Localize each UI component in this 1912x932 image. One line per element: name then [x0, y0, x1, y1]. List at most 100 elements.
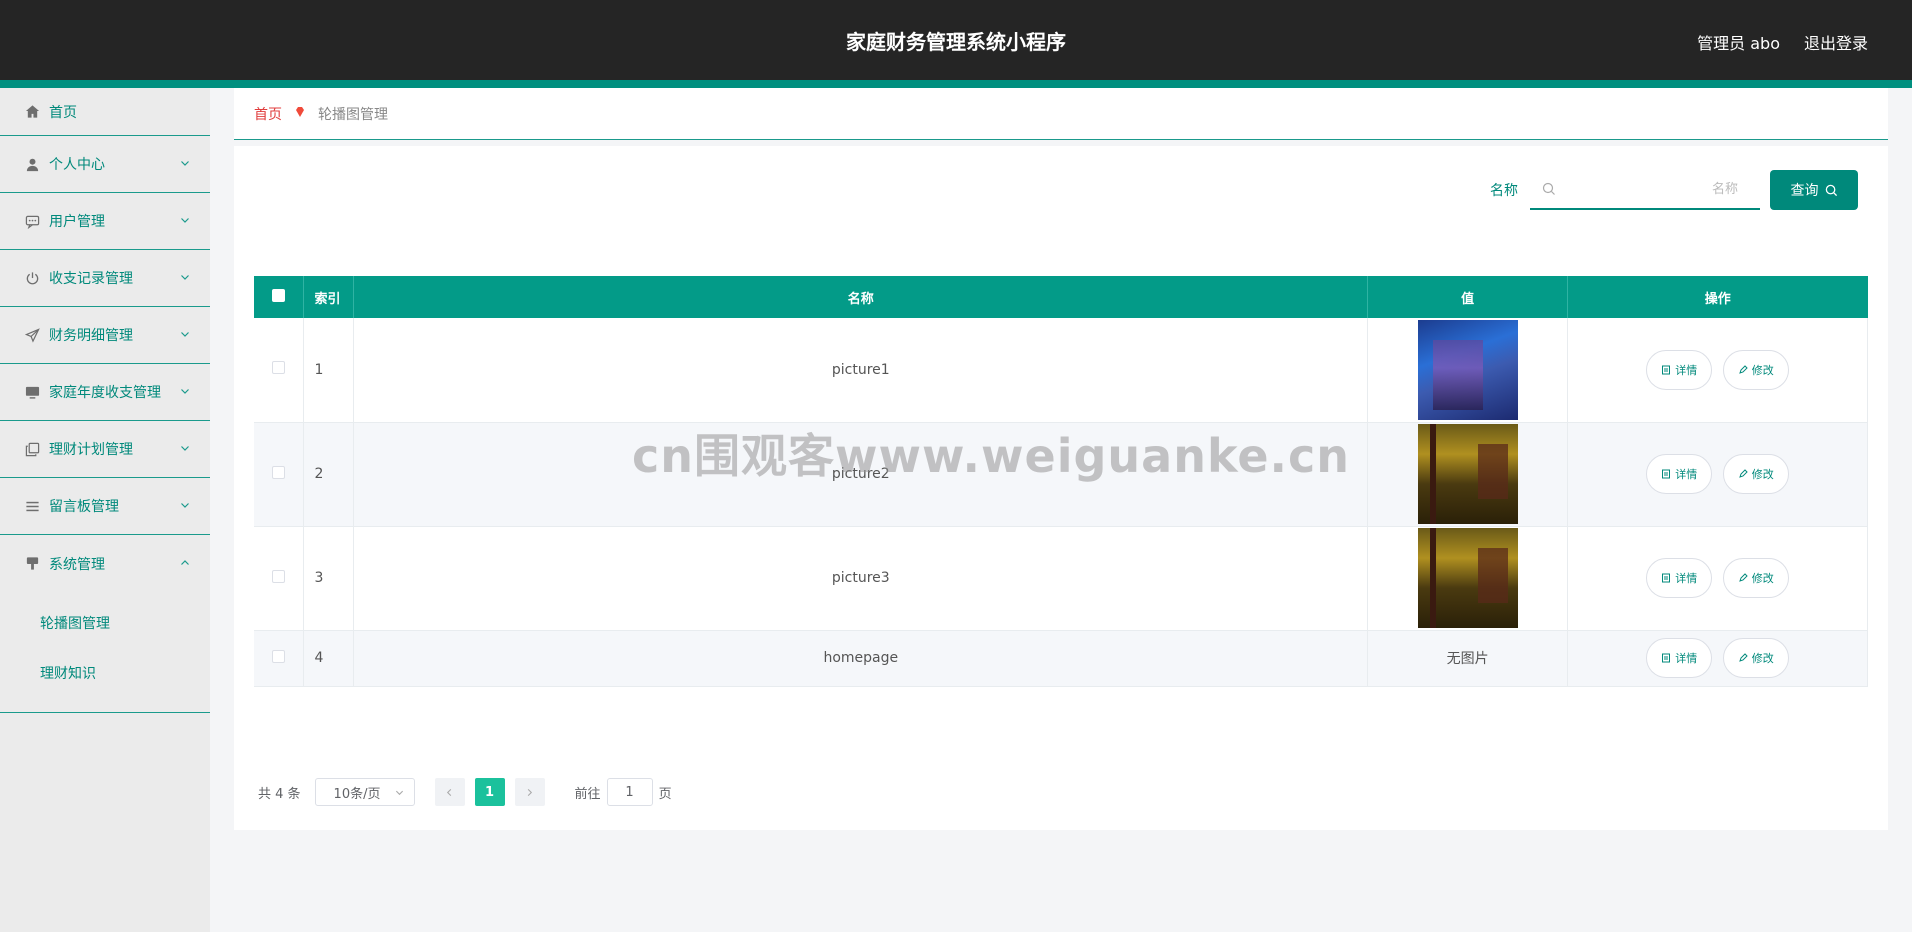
- search-icon: [1825, 184, 1837, 196]
- sidebar-item-income-expense-records[interactable]: 收支记录管理: [0, 250, 210, 307]
- row-checkbox[interactable]: [272, 361, 286, 375]
- goto-prefix: 前往: [574, 786, 601, 802]
- detail-button[interactable]: 详情: [1646, 638, 1713, 678]
- header-value: 值: [1367, 276, 1569, 318]
- select-all-header: [254, 276, 305, 318]
- detail-button-label: 详情: [1675, 468, 1698, 481]
- row-name: homepage: [353, 630, 1369, 687]
- edit-button[interactable]: 修改: [1722, 454, 1789, 494]
- detail-button[interactable]: 详情: [1646, 558, 1713, 598]
- chevron-down-icon: [181, 161, 189, 166]
- chevron-down-icon: [181, 332, 189, 337]
- edit-button[interactable]: 修改: [1722, 558, 1789, 598]
- search-field: [1530, 170, 1760, 210]
- row-value: [1367, 318, 1569, 423]
- breadcrumb-home[interactable]: 首页: [254, 104, 282, 124]
- sidebar-item-finance-details[interactable]: 财务明细管理: [0, 307, 210, 364]
- carousel-image-thumbnail[interactable]: [1417, 528, 1518, 628]
- detail-button-label: 详情: [1675, 572, 1698, 585]
- row-actions: 详情 修改: [1567, 422, 1868, 527]
- row-select-cell: [254, 630, 305, 687]
- edit-button[interactable]: 修改: [1722, 349, 1789, 390]
- header-action: 操作: [1567, 276, 1868, 318]
- next-page-button[interactable]: [514, 778, 545, 806]
- breadcrumb-separator-icon: [294, 106, 306, 121]
- document-icon: [1662, 469, 1671, 479]
- table-header-row: 索引 名称 值 操作: [254, 276, 1868, 318]
- copy-icon: [24, 441, 40, 457]
- search-input[interactable]: [1556, 171, 1746, 207]
- carousel-image-thumbnail[interactable]: [1417, 319, 1518, 420]
- document-icon: [1662, 573, 1671, 583]
- breadcrumb: 首页 轮播图管理: [234, 88, 1888, 140]
- header-index: 索引: [303, 276, 355, 318]
- table-row: 2 picture2 详情 修改: [254, 422, 1868, 527]
- chevron-down-icon: [181, 218, 189, 223]
- sidebar-item-annual-budget[interactable]: 家庭年度收支管理: [0, 364, 210, 421]
- page-size-select[interactable]: 10条/页: [314, 778, 415, 806]
- sidebar-item-message-board[interactable]: 留言板管理: [0, 478, 210, 535]
- sidebar-item-user-management[interactable]: 用户管理: [0, 193, 210, 250]
- page-size-value: 10条/页: [333, 786, 381, 802]
- user-icon: [24, 156, 40, 172]
- table-row: 1 picture1 详情 修改: [254, 318, 1868, 423]
- goto-page-input[interactable]: [606, 778, 653, 806]
- chevron-up-icon: [181, 559, 189, 565]
- prev-page-button[interactable]: [434, 778, 465, 806]
- select-all-checkbox[interactable]: [272, 288, 286, 302]
- detail-button[interactable]: 详情: [1646, 349, 1713, 390]
- search-label: 名称: [1490, 183, 1518, 199]
- sidebar-item-label: 用户管理: [49, 214, 105, 230]
- data-table: 索引 名称 值 操作 1 picture1 详情 修改 2 picture2 详…: [254, 276, 1868, 687]
- detail-button-label: 详情: [1675, 363, 1698, 377]
- row-checkbox[interactable]: [272, 569, 286, 583]
- detail-button[interactable]: 详情: [1646, 454, 1713, 494]
- edit-button-label: 修改: [1751, 652, 1774, 665]
- app-title: 家庭财务管理系统小程序: [846, 30, 1066, 54]
- power-icon: [24, 270, 40, 286]
- sidebar-item-label: 理财计划管理: [49, 442, 133, 458]
- row-value: 无图片: [1367, 630, 1569, 687]
- total-count: 共 4 条: [258, 786, 301, 802]
- row-name: picture3: [353, 526, 1369, 631]
- query-button-label: 查询: [1790, 183, 1819, 199]
- sidebar-item-home[interactable]: 首页: [0, 88, 210, 136]
- send-icon: [24, 327, 40, 343]
- edit-button-label: 修改: [1751, 468, 1774, 481]
- edit-icon: [1738, 365, 1748, 374]
- row-actions: 详情 修改: [1567, 526, 1868, 631]
- goto-page: 前往 页: [575, 778, 672, 806]
- row-index: 3: [303, 526, 355, 631]
- user-area: 管理员 abo 退出登录: [1697, 30, 1868, 54]
- logout-button[interactable]: 退出登录: [1804, 30, 1868, 54]
- breadcrumb-current: 轮播图管理: [318, 106, 388, 123]
- submenu-item-carousel[interactable]: 轮播图管理: [0, 598, 210, 648]
- row-actions: 详情 修改: [1567, 630, 1868, 687]
- edit-button-label: 修改: [1751, 572, 1774, 585]
- row-checkbox[interactable]: [272, 649, 286, 663]
- carousel-image-thumbnail[interactable]: [1417, 424, 1518, 524]
- edit-icon: [1738, 573, 1748, 582]
- query-button[interactable]: 查询: [1770, 170, 1858, 210]
- edit-icon: [1738, 653, 1748, 662]
- chevron-down-icon: [181, 503, 189, 508]
- chevron-down-icon: [181, 446, 189, 451]
- chevron-left-icon: [446, 788, 452, 796]
- pagination: 共 4 条 10条/页 1 前往 页: [258, 778, 672, 806]
- list-icon: [24, 498, 40, 514]
- document-icon: [1662, 653, 1671, 663]
- chevron-down-icon: [395, 790, 403, 795]
- search-icon: [1542, 182, 1555, 195]
- submenu-item-finance-knowledge[interactable]: 理财知识: [0, 648, 210, 698]
- monitor-icon: [24, 384, 40, 400]
- row-select-cell: [254, 526, 305, 631]
- sidebar-item-investment-plans[interactable]: 理财计划管理: [0, 421, 210, 478]
- sidebar-item-label: 财务明细管理: [49, 328, 133, 344]
- page-number-current[interactable]: 1: [474, 778, 505, 806]
- edit-button[interactable]: 修改: [1722, 638, 1789, 678]
- row-select-cell: [254, 318, 305, 423]
- sidebar-item-system-management[interactable]: 系统管理: [0, 535, 210, 592]
- sidebar-item-personal-center[interactable]: 个人中心: [0, 136, 210, 193]
- row-checkbox[interactable]: [272, 465, 286, 479]
- sidebar-item-label: 首页: [49, 104, 77, 121]
